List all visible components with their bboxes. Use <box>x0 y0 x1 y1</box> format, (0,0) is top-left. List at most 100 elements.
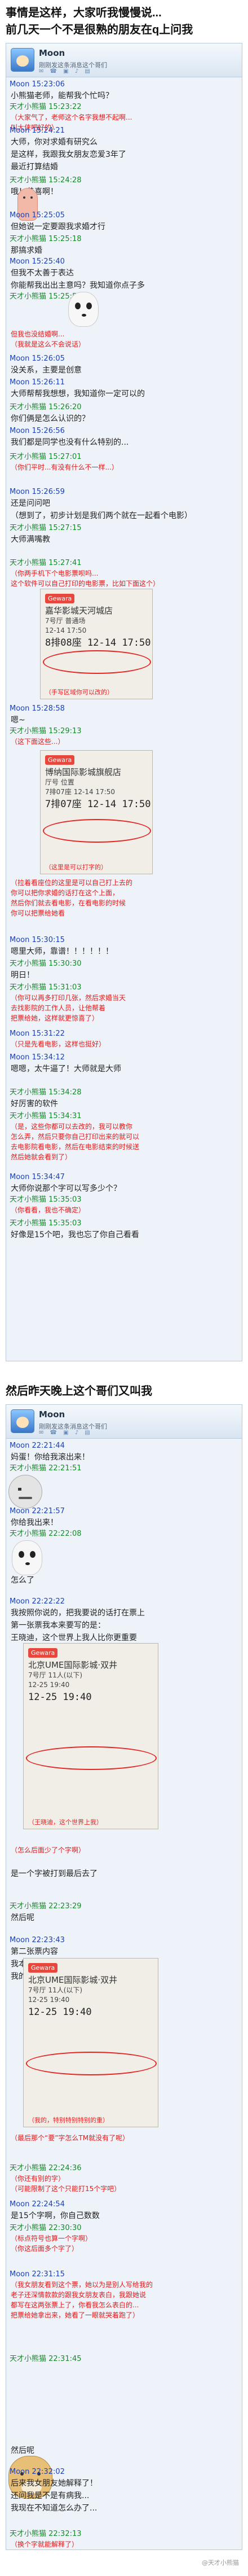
message-text: 老子还深情款款的跟我女朋友表白，我跟她说 <box>11 2291 147 2299</box>
ticket-time-row: 12-25 19:40 <box>28 1681 70 1689</box>
message-text: 哦！恭喜啊！ <box>10 186 238 198</box>
contact-avatar[interactable] <box>11 48 34 72</box>
ticket-annotation: （我的，特别特别特别的重） <box>28 2117 109 2124</box>
message-sender-time: Moon 15:34:47 <box>10 1173 65 1181</box>
header-toolbar-icons[interactable]: ✉ ☎ ▣ ♪ ▤ <box>39 68 92 75</box>
chat-message: Moon 15:24:21 大师，你对求婚有研究么 是这样，我跟我女朋友恋爱3年了最… <box>10 126 238 173</box>
contact-name[interactable]: Moon <box>39 48 65 58</box>
movie-ticket-photo: Gewara 嘉华影城天河城店 7号厅 普通场 12-14 17:50 8排08座 12… <box>40 589 153 699</box>
message-text: （你看看，我也不确定） <box>11 1206 86 1214</box>
ticket-time-row: 12-25 19:40 <box>28 1996 70 2004</box>
message-sender-time: 天才小熊猫 22:24:36 <box>10 2164 82 2172</box>
chat-message: Moon 15:28:58 嗯~ <box>10 704 238 726</box>
ticket-brand-badge: Gewara <box>28 1963 58 1973</box>
message-text: 我们都是同学也没有什么特别的... <box>11 438 129 447</box>
message-text: 大师，你对求婚有研究么 <box>11 138 98 147</box>
message-text: （想到了，初步计划是我们两个就在一起看个电影） <box>11 511 192 520</box>
ticket-seat-time: 8排08座 12-14 17:50 <box>45 637 151 649</box>
message-sender-time: 天才小熊猫 22:31:45 <box>10 2355 82 2363</box>
contact-name[interactable]: Moon <box>39 1409 65 1420</box>
message-sender-time: 天才小熊猫 22:22:08 <box>10 1530 82 1538</box>
message-text: 把票给她，这样就更惊喜了） <box>11 1014 99 1022</box>
ticket-cinema-name: 博纳国际影城旗舰店 <box>45 767 122 777</box>
message-text: 大师你说那个字可以写多少个？ <box>11 1184 121 1193</box>
message-sender-time: Moon 15:25:40 <box>10 257 65 266</box>
message-text: （你两手机下个电影票呗吗... <box>11 569 99 577</box>
ticket-annotation: （这里是可以打字的） <box>45 864 107 871</box>
message-sender-time: Moon 22:24:54 <box>10 2200 65 2209</box>
message-sender-time: Moon 22:21:57 <box>10 1507 65 1515</box>
message-sender-time: Moon 15:23:06 <box>10 80 65 89</box>
ticket-time-row: 7排07座 12-14 17:50 <box>45 788 115 796</box>
red-highlight-circle <box>43 650 151 674</box>
chat-message: 天才小熊猫 15:26:20 你们俩是怎么认识的？ <box>10 402 238 425</box>
message-text: 是这样，我跟我女朋友恋爱3年了 <box>11 150 126 159</box>
message-text: 那搞求婚 <box>11 246 42 255</box>
message-sender-time: 天才小熊猫 15:25:50 <box>10 292 82 301</box>
message-text: 都写在这两张票上了，你看我怎么表白的... <box>11 2301 139 2309</box>
panda-sticker-image <box>68 292 99 327</box>
message-text: 没关系，主要是创意 <box>11 366 82 375</box>
message-sender-time: Moon 15:26:59 <box>10 488 65 496</box>
chat-message: 天才小熊猫 22:22:08 <box>10 1529 238 1539</box>
message-text: （大家气了，老师这个名字我想不起啊... <box>11 113 132 121</box>
chat-message: （怎么后面少了个字啊） <box>10 1845 238 1855</box>
chat-message: Moon 15:25:05 但她说一定要跟我求婚才行 <box>10 211 238 233</box>
contact-avatar[interactable] <box>11 1409 34 1433</box>
ticket-hall-row: 7号厅 11人(以下) <box>28 1671 83 1679</box>
message-list: Moon 22:21:44 妈蛋！你给我滚出来！ 天才小熊猫 22:21:51 Moo… <box>6 1439 242 2549</box>
message-sender-time: 天才小熊猫 15:29:13 <box>10 727 82 735</box>
message-sender-time: Moon 15:30:15 <box>10 936 65 944</box>
chat-message: Moon 22:32:02 后来我女朋友她解释了！ 还问我是不是有病我... 我现在不… <box>10 2467 238 2514</box>
chat-message: 天才小熊猫 22:32:13 （换个字就能解释了） <box>10 2529 238 2549</box>
chat-message: Moon 15:31:22 （只是先看电影，这样也挺好） <box>10 1029 238 1049</box>
chat-message: 天才小熊猫 22:24:36 （你还有别的字） （可能限制了这个只能打15个字吧） <box>10 2163 238 2194</box>
message-text: 你可以把票给她看 <box>11 909 65 917</box>
message-text: 我现在不知道怎么办了... <box>11 2504 98 2513</box>
chat-message: 天才小熊猫 22:21:51 <box>10 1464 238 1474</box>
message-sender-time: Moon 15:26:05 <box>10 354 65 363</box>
chat-message: 天才小熊猫 15:27:15 大师满嘴教 <box>10 523 238 546</box>
message-text: （我就是这么不会说话） <box>11 340 86 348</box>
heading-line-2: 前几天一个不是很熟的朋友在q上问我 <box>6 24 193 36</box>
chat-message: 天才小熊猫 15:25:18 那搞求婚 <box>10 234 238 257</box>
message-text: 还是问问吧 <box>11 499 50 508</box>
message-text: 大师满嘴教 <box>11 535 50 544</box>
message-text: 你可以把你求婚的话打在这个上面， <box>11 889 119 897</box>
message-sender-time: 天才小熊猫 15:30:30 <box>10 960 82 968</box>
message-text: 然后你们就去看电影，在看电影的时候 <box>11 899 126 907</box>
ticket-brand-badge: Gewara <box>45 755 75 765</box>
message-text: （最后那个“要”字怎么TM就没有了呢） <box>11 2134 130 2142</box>
message-text: （你们平时...有没有什么不一样...） <box>11 463 118 471</box>
message-sender-time: 天才小熊猫 22:32:13 <box>10 2530 82 2538</box>
chat-message: 天才小熊猫 15:24:28哦！恭喜啊！ <box>10 176 238 198</box>
message-sender-time: 天才小熊猫 15:27:15 <box>10 524 82 532</box>
message-text: 最近打算结婚 <box>11 163 58 172</box>
ticket-hall-row: 7号厅 普通场 <box>45 617 86 625</box>
message-text: 嗯里大师，靠谱！！！！！！ <box>11 947 113 956</box>
movie-ticket-photo: Gewara 北京UME国际影城·双井 7号厅 11人(以下) 12-25 19:40… <box>23 1643 158 1829</box>
header-toolbar-icons[interactable]: ✉ ☎ ▣ ♪ ▤ <box>39 1430 92 1436</box>
message-sender-time: Moon 15:26:56 <box>10 427 65 435</box>
chat-message: （拉着看座位的这里是可以自己打上去的 你可以把你求婚的话打在这个上面， 然后你们就去… <box>10 878 238 918</box>
message-text: 然后她就会看到了） <box>11 1153 72 1161</box>
ticket-seat-time: 12-25 19:40 <box>28 2007 92 2018</box>
message-sender-time: Moon 22:31:15 <box>10 2270 65 2279</box>
message-sender-time: Moon 22:22:22 <box>10 1597 65 1606</box>
chat-message: 但我也没结婚啊... （我就是这么不会说话） <box>10 329 238 349</box>
message-list: Moon 15:23:06 小熊猫老师，能帮我个忙吗？ 天才小熊猫 15:23:22… <box>6 77 242 1361</box>
message-sender-time: Moon 15:31:22 <box>10 1029 65 1038</box>
red-highlight-circle <box>43 819 151 843</box>
message-text: 但我也没结婚啊... <box>11 330 65 338</box>
message-sender-time: 天才小熊猫 22:30:30 <box>10 2224 82 2232</box>
chat-message: 天才小熊猫 15:35:03 好像是15个吧，我也忘了你自己看看 <box>10 1219 238 1241</box>
message-text: （怎么后面少了个字啊） <box>11 1846 86 1854</box>
chat-header: Moon 刚刚发这条消息这个哥们 ✉ ☎ ▣ ♪ ▤ <box>6 1405 242 1439</box>
chat-window-2: Moon 刚刚发这条消息这个哥们 ✉ ☎ ▣ ♪ ▤ Moon 22:21:44… <box>6 1404 242 2550</box>
movie-ticket-photo: Gewara 博纳国际影城旗舰店 厅号 位置 7排07座 12-14 17:50 7排0… <box>40 750 153 874</box>
chat-message: Moon 15:30:15 嗯里大师，靠谱！！！！！！ <box>10 935 238 958</box>
chat-message: Moon 15:26:05 没关系，主要是创意 <box>10 354 238 376</box>
message-sender-time: 天才小熊猫 15:34:28 <box>10 1088 82 1097</box>
message-sender-time: Moon 15:28:58 <box>10 704 65 713</box>
chat-message: 天才小熊猫 15:35:03 （你看看，我也不确定） <box>10 1195 238 1215</box>
